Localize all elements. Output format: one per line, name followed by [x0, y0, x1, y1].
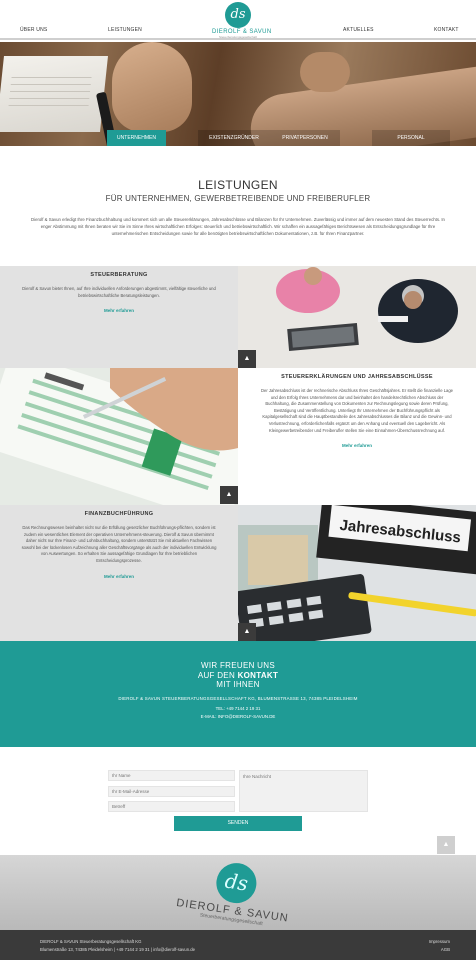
intro-section: LEISTUNGEN FÜR UNTERNEHMEN, GEWERBETREIB…	[0, 146, 476, 266]
meeting-photo	[238, 266, 476, 368]
logo-band: ds DIEROLF & SAVUN Steuerberatungsgesell…	[0, 855, 476, 930]
service-title: FINANZBUCHFÜHRUNG	[84, 511, 154, 517]
service-title: STEUERBERATUNG	[90, 272, 148, 278]
service-steuererklaerungen: STEUERERKLÄRUNGEN UND JAHRESABSCHLÜSSE D…	[0, 368, 476, 505]
jahresabschluss-photo: Jahresabschluss	[238, 505, 476, 641]
service-tabs: UNTERNEHMEN EXISTENZGRÜNDER PRIVATPERSON…	[0, 130, 476, 146]
contact-heading-line2: AUF DEN	[197, 670, 238, 680]
contact-heading: WIR FREUEN UNS AUF DEN KONTAKT MIT IHNEN	[0, 661, 476, 690]
service-description: Der Jahresabschluss ist der rechnerische…	[260, 388, 454, 433]
tab-personal[interactable]: PERSONAL	[372, 130, 450, 146]
chevron-up-icon: ▲	[442, 841, 450, 848]
hero-hand	[112, 42, 192, 132]
contact-heading-line3: MIT IHNEN	[216, 680, 260, 689]
chevron-up-icon: ▲	[243, 355, 251, 362]
logo-subtitle: Steuerberatungsgesellschaft	[218, 35, 258, 39]
jahresabschluss-illustration: Jahresabschluss	[238, 505, 476, 641]
subject-input[interactable]	[108, 801, 235, 812]
service-text-panel: STEUERERKLÄRUNGEN UND JAHRESABSCHLÜSSE D…	[238, 368, 476, 505]
tab-privatpersonen[interactable]: PRIVATPERSONEN	[270, 130, 340, 146]
footer-contact: Blumenstraße 13, 74385 Pleidelsheim | +4…	[40, 947, 196, 952]
chevron-up-icon: ▲	[225, 491, 233, 498]
scroll-up-button[interactable]: ▲	[238, 623, 256, 641]
scroll-up-button[interactable]: ▲	[437, 836, 455, 854]
tax-form-illustration	[0, 368, 238, 505]
tab-existenzgruender[interactable]: EXISTENZGRÜNDER	[198, 130, 270, 146]
email-input[interactable]	[108, 786, 235, 797]
contact-section: WIR FREUEN UNS AUF DEN KONTAKT MIT IHNEN…	[0, 641, 476, 747]
send-button[interactable]: SENDEN	[174, 816, 302, 831]
contact-heading-line1: WIR FREUEN UNS	[201, 661, 275, 670]
impressum-link[interactable]: Impressum	[429, 939, 450, 944]
service-steuerberatung: STEUERBERATUNG Dierolf & Savun bietet Ih…	[0, 266, 476, 368]
scroll-up-button[interactable]: ▲	[220, 486, 238, 504]
nav-kontakt[interactable]: KONTAKT	[434, 27, 459, 33]
contact-email[interactable]: E-MAIL: INFO@DIEROLF-SAVUN.DE	[0, 714, 476, 719]
contact-form: SENDEN ▲	[0, 747, 476, 855]
logo-monogram: ds	[225, 2, 251, 28]
footer: DIEROLF & SAVUN Steuerberatungsgesellsch…	[0, 930, 476, 960]
service-finanzbuchfuehrung: FINANZBUCHFÜHRUNG Das Rechnungswesen bei…	[0, 505, 476, 641]
agb-link[interactable]: AGB	[441, 947, 450, 952]
band-logo-monogram: ds	[213, 860, 259, 906]
top-navigation: ÜBER UNS LEISTUNGEN ds DIEROLF & SAVUN S…	[0, 0, 476, 40]
message-textarea[interactable]	[239, 770, 368, 812]
more-link[interactable]: Mehr erfahren	[104, 308, 134, 313]
tax-form-photo	[0, 368, 238, 505]
nav-aktuelles[interactable]: AKTUELLES	[343, 27, 374, 33]
more-link[interactable]: Mehr erfahren	[342, 443, 372, 448]
name-input[interactable]	[108, 770, 235, 781]
chevron-up-icon: ▲	[243, 628, 251, 635]
intro-text: Dierolf & Savun erledigt Ihre Finanzbuch…	[31, 217, 445, 236]
service-text-panel: FINANZBUCHFÜHRUNG Das Rechnungswesen bei…	[0, 505, 238, 641]
page-subtitle: FÜR UNTERNEHMEN, GEWERBETREIBENDE UND FR…	[105, 194, 371, 203]
band-logo: ds DIEROLF & SAVUN Steuerberatungsgesell…	[157, 855, 314, 930]
service-description: Dierolf & Savun bietet Ihnen, auf Ihre i…	[22, 286, 216, 298]
page-title: LEISTUNGEN	[198, 178, 278, 192]
contact-phone[interactable]: TEL: +49 7144 2 19 31	[0, 706, 476, 711]
more-link[interactable]: Mehr erfahren	[104, 574, 134, 579]
hero-paper-lines	[7, 72, 93, 112]
hero-hand-right	[300, 52, 350, 92]
logo[interactable]: ds DIEROLF & SAVUN Steuerberatungsgesell…	[212, 2, 271, 39]
service-description: Das Rechnungswesen beinhaltet nicht nur …	[21, 525, 217, 563]
service-text-panel: STEUERBERATUNG Dierolf & Savun bietet Ih…	[0, 266, 238, 368]
scroll-up-button[interactable]: ▲	[238, 350, 256, 368]
nav-leistungen[interactable]: LEISTUNGEN	[108, 27, 142, 33]
contact-heading-bold: KONTAKT	[237, 670, 279, 680]
contact-address: DIEROLF & SAVUN STEUERBERATUNGSGESELLSCH…	[118, 696, 358, 701]
footer-company: DIEROLF & SAVUN Steuerberatungsgesellsch…	[40, 939, 142, 944]
nav-ueber-uns[interactable]: ÜBER UNS	[20, 27, 47, 33]
service-title: STEUERERKLÄRUNGEN UND JAHRESABSCHLÜSSE	[281, 374, 433, 380]
meeting-illustration	[238, 266, 476, 368]
tab-unternehmen[interactable]: UNTERNEHMEN	[107, 130, 166, 146]
